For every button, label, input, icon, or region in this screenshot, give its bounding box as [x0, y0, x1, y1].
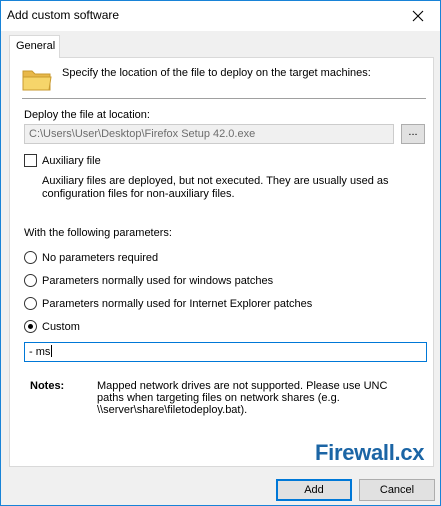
separator	[22, 98, 426, 99]
brand-name: Firewall	[315, 440, 395, 465]
radio-ie-patches-label: Parameters normally used for Internet Ex…	[42, 298, 313, 310]
radio-windows-patches[interactable]	[24, 274, 37, 287]
close-button[interactable]	[396, 1, 440, 30]
window-title: Add custom software	[7, 8, 120, 22]
add-custom-software-dialog: Add custom software General Specify the …	[0, 0, 441, 506]
folder-icon	[22, 70, 52, 91]
radio-ie-patches[interactable]	[24, 297, 37, 310]
notes-label: Notes:	[30, 380, 65, 392]
auxiliary-file-description: Auxiliary files are deployed, but not ex…	[42, 175, 389, 200]
custom-parameters-input[interactable]: - ms	[24, 342, 427, 362]
cancel-button[interactable]: Cancel	[359, 479, 435, 501]
add-button[interactable]: Add	[276, 479, 352, 501]
title-bar: Add custom software	[1, 1, 440, 31]
intro-text: Specify the location of the file to depl…	[62, 67, 371, 79]
tab-general-label: General	[16, 40, 56, 52]
notes-text: Mapped network drives are not supported.…	[97, 380, 388, 416]
close-icon	[412, 10, 424, 21]
tab-general[interactable]: General	[9, 35, 60, 58]
radio-no-parameters-label: No parameters required	[42, 252, 159, 264]
brand-ext: cx	[400, 440, 425, 465]
radio-custom[interactable]	[24, 320, 37, 333]
parameters-label: With the following parameters:	[24, 227, 172, 239]
radio-windows-patches-label: Parameters normally used for windows pat…	[42, 275, 274, 287]
radio-custom-label: Custom	[42, 321, 80, 333]
text-caret	[51, 345, 53, 357]
file-path-field: C:\Users\User\Desktop\Firefox Setup 42.0…	[24, 124, 394, 144]
firewall-cx-logo: Firewall.cx	[315, 440, 425, 466]
auxiliary-file-checkbox[interactable]	[24, 154, 37, 167]
browse-button[interactable]: ...	[401, 124, 425, 144]
auxiliary-file-label: Auxiliary file	[42, 155, 101, 167]
general-tab-panel: Specify the location of the file to depl…	[9, 57, 434, 467]
custom-parameters-value: - ms	[29, 346, 51, 358]
deploy-location-label: Deploy the file at location:	[24, 109, 150, 121]
radio-no-parameters[interactable]	[24, 251, 37, 264]
